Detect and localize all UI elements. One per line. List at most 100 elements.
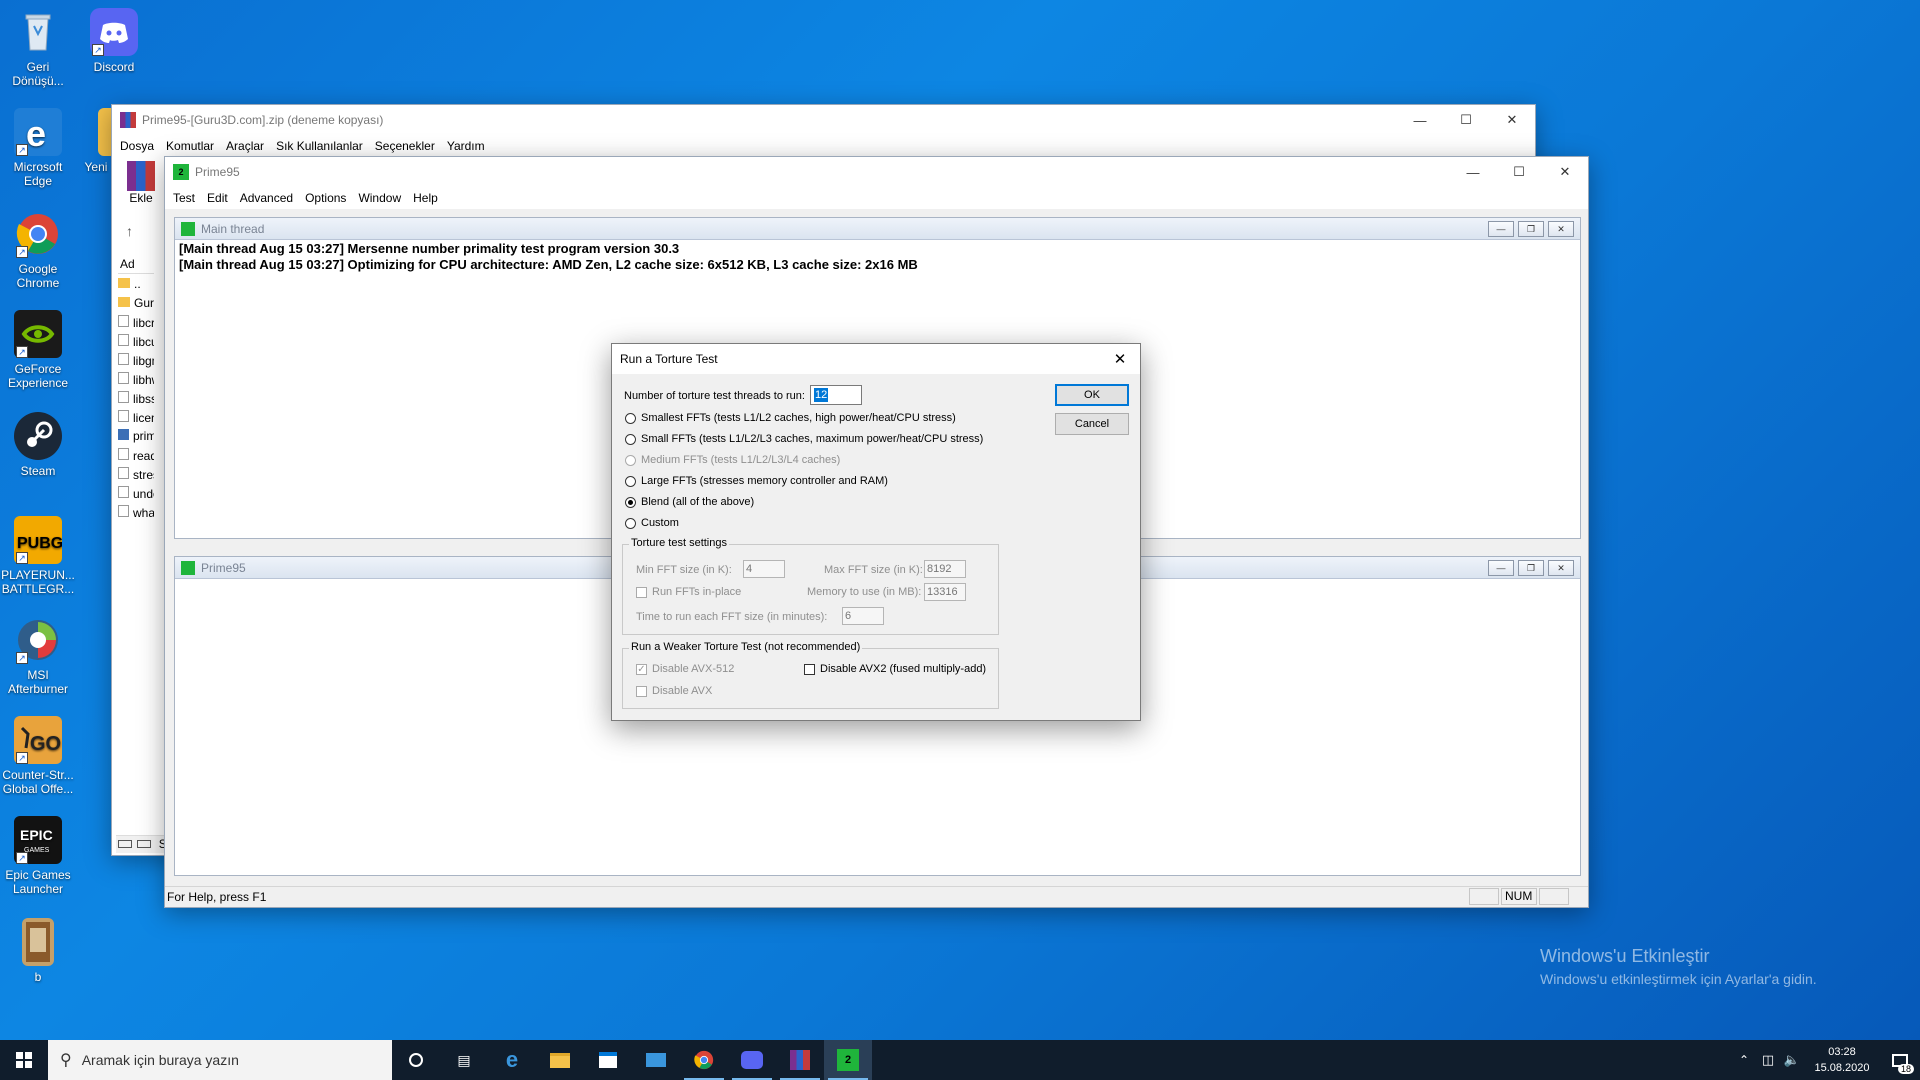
taskbar-explorer[interactable] [536, 1040, 584, 1080]
desktop-icon-epic[interactable]: EPIC GAMES ↗ Epic Games Launcher [0, 816, 76, 896]
log-line: [Main thread Aug 15 03:27] Optimizing fo… [179, 257, 918, 272]
list-item[interactable]: libssl [118, 391, 154, 410]
menu-dosya[interactable]: Dosya [114, 139, 160, 153]
action-center-button[interactable]: 18 [1880, 1040, 1920, 1080]
radio-label: Medium FFTs (tests L1/L2/L3/L4 caches) [641, 454, 841, 466]
list-item[interactable]: libhw [118, 372, 154, 391]
search-box[interactable]: ⚲ Aramak için buraya yazın [48, 1040, 392, 1080]
menu-edit[interactable]: Edit [201, 191, 234, 205]
desktop-icon-edge[interactable]: e ↗ Microsoft Edge [0, 108, 76, 188]
mdi-restore-button[interactable]: ❐ [1518, 220, 1544, 237]
cancel-button[interactable]: Cancel [1055, 413, 1129, 435]
discord-icon: ↗ [90, 8, 138, 56]
up-arrow-icon[interactable]: ↑ [126, 223, 133, 239]
chrome-icon [694, 1050, 714, 1070]
mdi-restore-button[interactable]: ❐ [1518, 559, 1544, 576]
menu-test[interactable]: Test [167, 191, 201, 205]
desktop-icon-steam[interactable]: Steam [0, 412, 76, 478]
taskbar-chrome[interactable] [680, 1040, 728, 1080]
torture-test-dialog[interactable]: Run a Torture Test ✕ Number of torture t… [611, 343, 1141, 721]
menu-yardim[interactable]: Yardım [441, 139, 491, 153]
list-item[interactable]: licens [118, 410, 154, 429]
minimize-button[interactable]: — [1397, 105, 1443, 135]
desktop-icon-chrome[interactable]: ↗ Google Chrome [0, 210, 76, 290]
desktop-icon-label: Microsoft Edge [13, 160, 63, 188]
weaker-test-group: Run a Weaker Torture Test (not recommend… [622, 641, 999, 709]
winrar-icon [120, 112, 136, 128]
list-item[interactable]: undo [118, 486, 154, 505]
list-item[interactable]: .. [118, 277, 154, 296]
list-item[interactable]: stress [118, 467, 154, 486]
desktop-icon-label: PLAYERUN... BATTLEGR... [1, 568, 75, 596]
volume-icon: 🔈 [1783, 1052, 1801, 1067]
maximize-button[interactable]: ☐ [1496, 157, 1542, 187]
ok-button[interactable]: OK [1055, 384, 1129, 406]
num-lock-indicator: NUM [1501, 888, 1537, 905]
disable-avx2-checkbox[interactable] [804, 664, 815, 675]
mdi-close-button[interactable]: ✕ [1548, 559, 1574, 576]
dialog-titlebar[interactable]: Run a Torture Test ✕ [612, 344, 1140, 374]
prime95-titlebar[interactable]: 2 Prime95 — ☐ ✕ [165, 157, 1588, 187]
folder-icon [550, 1052, 570, 1068]
menu-komutlar[interactable]: Komutlar [160, 139, 220, 153]
column-header-name[interactable]: Ad [118, 255, 154, 274]
menu-sik-kullanilanlar[interactable]: Sık Kullanılanlar [270, 139, 369, 153]
winrar-add-button[interactable]: Ekle [118, 161, 164, 213]
desktop-icon-csgo[interactable]: GO ↗ Counter-Str... Global Offe... [0, 716, 76, 796]
task-view-button[interactable]: ▤ [440, 1040, 488, 1080]
list-item[interactable]: libcry [118, 315, 154, 334]
desktop-icon-msi[interactable]: ↗ MSI Afterburner [0, 616, 76, 696]
volume-button[interactable]: 🔈 [1780, 1040, 1804, 1080]
radio-custom[interactable] [625, 518, 636, 529]
desktop-icon-b[interactable]: b [0, 918, 76, 984]
max-fft-input: 8192 [924, 560, 966, 578]
list-item[interactable]: libcu [118, 334, 154, 353]
desktop-icon-recycle-bin[interactable]: Geri Dönüşü... [0, 8, 76, 88]
start-button[interactable] [0, 1040, 48, 1080]
desktop-icon-yeni[interactable]: Yeni [76, 108, 116, 174]
show-hidden-icons-button[interactable]: ⌃ [1732, 1040, 1756, 1080]
maximize-button[interactable]: ☐ [1443, 105, 1489, 135]
taskbar-winrar[interactable] [776, 1040, 824, 1080]
menu-secenekler[interactable]: Seçenekler [369, 139, 441, 153]
taskbar-prime95[interactable]: 2 [824, 1040, 872, 1080]
menu-options[interactable]: Options [299, 191, 352, 205]
cortana-button[interactable] [392, 1040, 440, 1080]
minimize-button[interactable]: — [1450, 157, 1496, 187]
time-input: 6 [842, 607, 884, 625]
mdi-minimize-button[interactable]: — [1488, 559, 1514, 576]
desktop-icon-geforce[interactable]: ↗ GeForce Experience [0, 310, 76, 390]
mdi-minimize-button[interactable]: — [1488, 220, 1514, 237]
taskbar-mail[interactable] [632, 1040, 680, 1080]
dialog-close-button[interactable]: ✕ [1100, 350, 1140, 368]
clock-time: 03:28 [1828, 1046, 1856, 1058]
desktop-icon-discord[interactable]: ↗ Discord [76, 8, 152, 74]
winrar-titlebar[interactable]: Prime95-[Guru3D.com].zip (deneme kopyası… [112, 105, 1535, 135]
menu-help[interactable]: Help [407, 191, 444, 205]
list-item[interactable]: prime [118, 429, 154, 448]
desktop-icon-pubg[interactable]: PUBG ↗ PLAYERUN... BATTLEGR... [0, 516, 76, 596]
prime95-icon: 2 [837, 1049, 859, 1071]
taskbar-store[interactable] [584, 1040, 632, 1080]
list-item[interactable]: whats [118, 505, 154, 524]
network-button[interactable]: ◫ [1756, 1040, 1780, 1080]
mdi-close-button[interactable]: ✕ [1548, 220, 1574, 237]
radio-smallest-ffts[interactable] [625, 413, 636, 424]
run-inplace-checkbox [636, 587, 647, 598]
cortana-icon [409, 1053, 423, 1067]
radio-blend[interactable] [625, 497, 636, 508]
close-button[interactable]: ✕ [1542, 157, 1588, 187]
menu-araclar[interactable]: Araçlar [220, 139, 270, 153]
menu-advanced[interactable]: Advanced [234, 191, 299, 205]
list-item[interactable]: readr [118, 448, 154, 467]
list-item[interactable]: libgm [118, 353, 154, 372]
main-thread-titlebar[interactable]: Main thread — ❐ ✕ [175, 218, 1580, 240]
menu-window[interactable]: Window [352, 191, 407, 205]
clock[interactable]: 03:28 15.08.2020 [1804, 1044, 1880, 1076]
list-item[interactable]: Guru [118, 296, 154, 315]
close-button[interactable]: ✕ [1489, 105, 1535, 135]
radio-small-ffts[interactable] [625, 434, 636, 445]
taskbar-discord[interactable] [728, 1040, 776, 1080]
taskbar-edge[interactable]: e [488, 1040, 536, 1080]
radio-large-ffts[interactable] [625, 476, 636, 487]
